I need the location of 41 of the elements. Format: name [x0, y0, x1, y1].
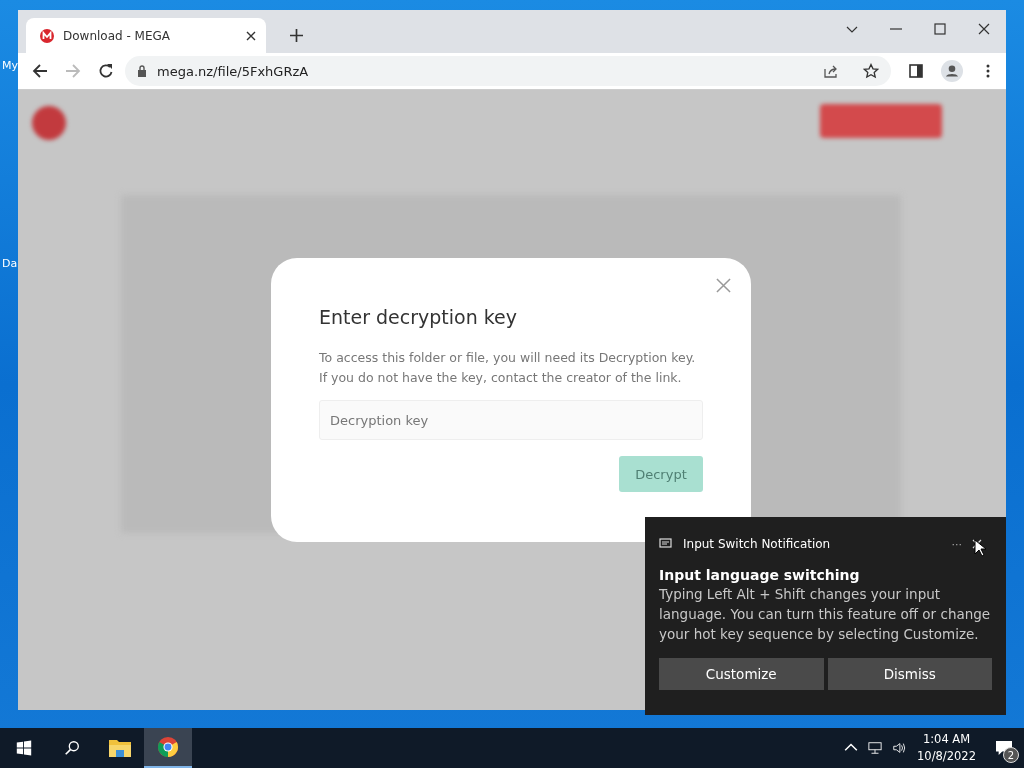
close-icon[interactable]: [978, 23, 990, 35]
notification-heading: Input language switching: [659, 567, 861, 583]
taskbar-app[interactable]: [144, 728, 192, 768]
logo-icon: [39, 27, 55, 44]
clock-date[interactable]: 10/8/2022: [917, 748, 976, 765]
start-icon[interactable]: [15, 739, 33, 757]
url-text: mega.nz/file/5FxhGRzA: [157, 63, 309, 79]
blurred-logo-icon: [32, 106, 66, 140]
star-icon[interactable]: [863, 63, 879, 79]
dialog-title: Enter decryption key: [319, 306, 519, 328]
volume-icon[interactable]: [892, 741, 907, 755]
more-options[interactable]: ···: [951, 537, 962, 551]
input-field[interactable]: Decryption key: [319, 400, 703, 440]
notification-count-badge: 2: [1003, 747, 1019, 763]
desktop-icon-label[interactable]: My: [2, 59, 18, 72]
maximize-icon[interactable]: [934, 23, 946, 35]
notification-source: Input Switch Notification: [683, 537, 831, 551]
desktop-icon-label[interactable]: Da: [2, 257, 18, 270]
search-icon[interactable]: [63, 739, 81, 757]
share-icon[interactable]: [823, 63, 839, 79]
keyboard-icon: [659, 538, 673, 550]
close-icon[interactable]: [246, 30, 256, 41]
lock-icon: [137, 65, 147, 77]
back-icon[interactable]: [32, 63, 48, 79]
side-panel-icon[interactable]: [908, 63, 924, 79]
address-bar[interactable]: mega.nz/file/5FxhGRzA: [125, 56, 891, 86]
cursor-icon: [974, 539, 986, 557]
notification-body: Typing Left Alt + Shift changes your input language. You can turn this feature off or change your hot key sequence by selecting Customize.: [659, 585, 992, 644]
browser-tab[interactable]: Download - MEGA: [26, 18, 266, 53]
browser-icon: [156, 736, 180, 758]
tab-title: Download - MEGA: [63, 28, 172, 43]
notification-button[interactable]: Dismiss: [827, 658, 992, 690]
profile-icon[interactable]: [941, 60, 963, 82]
dialog-text: If you do not have the key, contact the creator of the link.: [319, 369, 683, 387]
new-tab-icon[interactable]: [290, 29, 303, 42]
dialog-text: To access this folder or file, you will need its Decryption key.: [319, 349, 697, 367]
notification-button[interactable]: Customize: [659, 658, 824, 690]
folder-icon: [108, 737, 132, 759]
clock-time[interactable]: 1:04 AM: [922, 731, 971, 748]
reload-icon[interactable]: [98, 63, 114, 79]
network-icon[interactable]: [868, 741, 883, 755]
